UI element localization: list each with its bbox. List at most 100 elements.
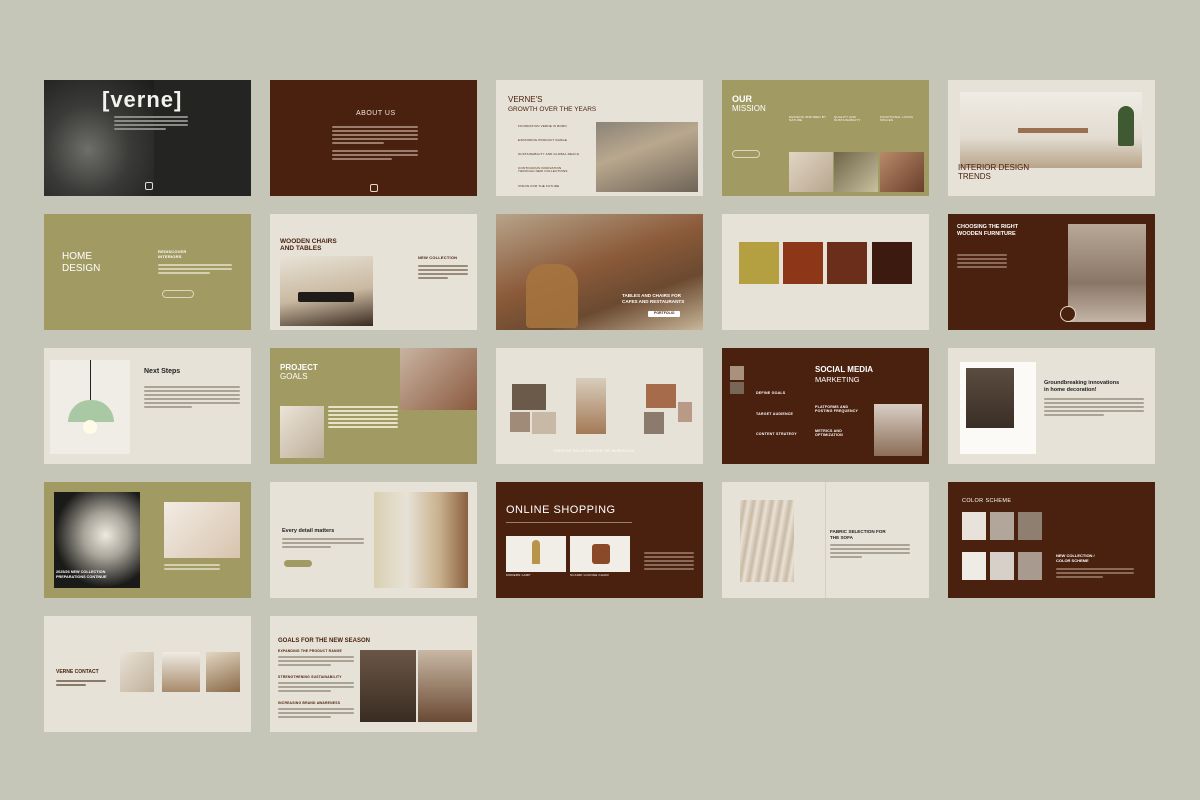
timeline-item: CONTINUOUS INNOVATION THROUGH NEW COLLEC… [518,166,568,174]
address-text [56,680,106,688]
leather-chair-photo [400,348,477,410]
slide-title: FABRIC SELECTION FOR [830,529,886,534]
curtain-dining-photo [374,492,468,588]
slide-subtitle: GOALS [280,372,308,381]
slide-subtitle: WOODEN FURNITURE [957,231,1016,237]
learn-more-button[interactable] [162,290,194,298]
body-text [278,656,354,668]
gallery-photo [646,384,676,408]
divider [506,522,632,523]
brass-lamp [532,540,540,564]
lounge-chair-photo [164,502,240,558]
strategy-item: TARGET AUDIENCE [756,412,794,416]
slide-title: SOCIAL MEDIA [815,365,874,374]
slide-cafes[interactable]: TABLES AND CHAIRS FOR CAFES AND RESTAURA… [496,214,703,330]
leather-photo [880,152,924,192]
color-swatch [739,242,779,284]
portfolio-button[interactable]: PORTFOLIO [648,311,681,317]
color-swatch [827,242,867,284]
brand-title: [verne] [102,87,183,112]
intro-text [114,116,188,132]
slide-title: ONLINE SHOPPING [506,504,616,516]
contact-photo [162,652,200,692]
contact-photo [120,652,154,692]
goal-item: EXPANDING THE PRODUCT RANGE [278,649,342,653]
slide-about-us[interactable]: ABOUT US [270,80,477,196]
timeline-item: VISION FOR THE FUTURE [518,184,560,188]
body-text [158,264,232,276]
timeline-item: FOUNDATION VERNE IS BORN [518,124,567,128]
gallery-photo [512,384,546,410]
body-text [1056,568,1134,580]
color-swatch [1018,512,1042,540]
strategy-item: DEFINE GOALS [756,391,786,395]
slide-title: CHOOSING THE RIGHT [957,224,1019,230]
slide-subtitle: TRENDS [958,172,991,181]
goal-item: STRENGTHENING SUSTAINABILITY [278,675,342,679]
slide-wooden-chairs[interactable]: WOODEN CHAIRS AND TABLES NEW COLLECTION [270,214,477,330]
wood-photo [834,152,878,192]
slide-title: VERNE CONTACT [56,669,99,675]
fabric-folds-photo [740,500,794,582]
slide-project-goals[interactable]: PROJECT GOALS [270,348,477,464]
color-swatch [962,512,986,540]
strategy-item: PLATFORMS AND POSTING FREQUENCY [815,405,859,413]
body-text [164,564,220,572]
slide-workplace[interactable]: CREATIVE SOLUTIONS FOR THE WORKPLACE [496,348,703,464]
dining-table [1018,128,1088,133]
slide-goals-season[interactable]: GOALS FOR THE NEW SEASON EXPANDING THE P… [270,616,477,732]
logo-mark-icon [370,184,378,192]
slide-cover[interactable]: [verne] [44,80,251,196]
slide-contact[interactable]: VERNE CONTACT [44,616,251,732]
dining-set-photo [280,256,373,326]
slide-mission[interactable]: OUR MISSION DESIGNS INSPIRED BY NATURE Q… [722,80,929,196]
chair-photo [418,650,472,722]
strategy-item: METRICS AND OPTIMIZATION [815,429,843,437]
strategy-item: CONTENT STRATEGY [756,432,797,436]
slide-every-detail[interactable]: Every detail matters [270,482,477,598]
gallery-photo [532,412,556,434]
slide-palette[interactable] [722,214,929,330]
section-heading: COLOR SCHEME [1056,558,1089,563]
body-text [957,254,1007,270]
goal-item: INCREASING BRAND AWARENESS [278,701,341,705]
slide-title: COLOR SCHEME [962,498,1012,504]
slide-subtitle: AND TABLES [280,245,322,252]
plant-icon [1118,106,1134,146]
body-text [144,386,240,410]
body-text [644,552,694,572]
slide-title: ABOUT US [356,110,396,117]
slide-home-design[interactable]: HOME DESIGN REDISCOVER INTERIORS [44,214,251,330]
slide-innovations[interactable]: Groundbreaking innovations in home decor… [948,348,1155,464]
lamp-cord [90,360,91,400]
slide-trends[interactable]: INTERIOR DESIGN TRENDS [948,80,1155,196]
slide-subtitle: MISSION [732,104,766,113]
slide-social-media[interactable]: SOCIAL MEDIA MARKETING DEFINE GOALS TARG… [722,348,929,464]
slide-title: VERNE'S [508,95,543,104]
product-label: SCANDI LOUNGE CHAIR [570,573,609,577]
slide-growth[interactable]: VERNE'S GROWTH OVER THE YEARS FOUNDATION… [496,80,703,196]
slide-wooden-furniture[interactable]: CHOOSING THE RIGHT WOODEN FURNITURE [948,214,1155,330]
gallery-photo [644,412,664,434]
section-heading: NEW COLLECTION [418,255,458,260]
slide-subtitle: THE SOFA [830,535,853,540]
discover-button[interactable] [284,560,312,567]
slide-fabric[interactable]: FABRIC SELECTION FOR THE SOFA [722,482,929,598]
slide-new-collection[interactable]: 2025/26 NEW COLLECTION PREPARATIONS CONT… [44,482,251,598]
slide-next-steps[interactable]: Next Steps [44,348,251,464]
table-top [298,292,354,302]
gallery-photo [678,402,692,422]
sub-heading: INTERIORS [158,254,182,259]
body-text [278,708,354,720]
logo-mark-icon [145,182,153,190]
slide-online-shopping[interactable]: ONLINE SHOPPING MODERN LAMP SCANDI LOUNG… [496,482,703,598]
slide-color-scheme[interactable]: COLOR SCHEME NEW COLLECTION / COLOR SCHE… [948,482,1155,598]
fabric-photo [789,152,833,192]
fabric-photo [280,406,324,458]
gallery-photo [510,412,530,432]
contact-photo [206,652,240,692]
color-swatch [872,242,912,284]
read-more-button[interactable] [732,150,760,158]
caption-line: CAFES AND RESTAURANTS [622,299,685,304]
body-text [278,682,354,694]
